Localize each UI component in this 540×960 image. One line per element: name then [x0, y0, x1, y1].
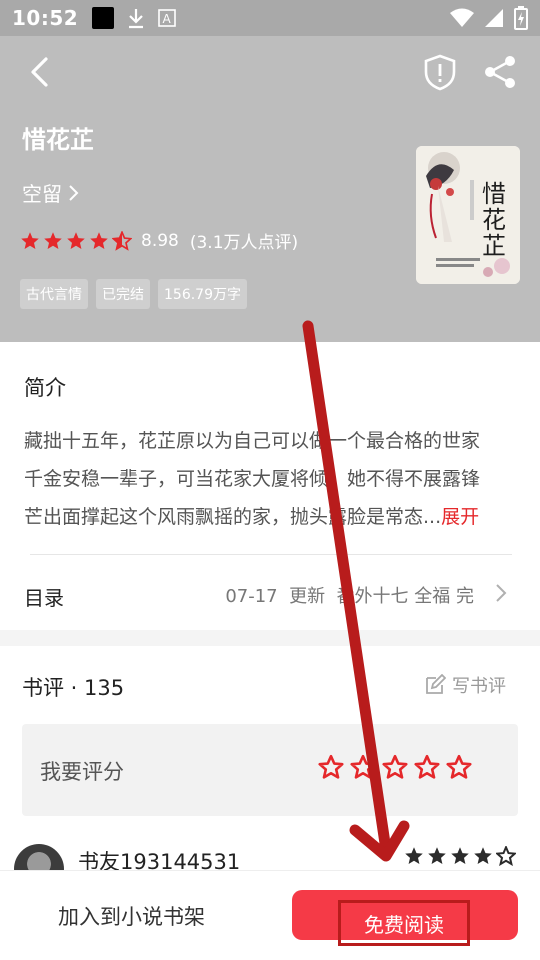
intro-text[interactable]: 藏拙十五年，花芷原以为自己可以做一个最合格的世家 千金安稳一辈子，可当花家大厦将…: [24, 422, 514, 536]
author-link[interactable]: 空留: [22, 178, 80, 207]
write-review-button[interactable]: 写书评: [424, 672, 506, 698]
rate-stars: [318, 754, 472, 780]
tag-genre: 古代言情: [20, 279, 88, 309]
toc-update-label: 更新: [289, 586, 326, 607]
status-bar: 10:52 A: [0, 0, 540, 36]
book-cover-art: 惜 花 芷: [416, 146, 520, 284]
rate-star-icon[interactable]: [350, 754, 376, 780]
cover-title-char: 花: [482, 206, 506, 234]
intro-heading: 简介: [24, 376, 66, 400]
rating-star-icon: [44, 231, 62, 249]
expand-link[interactable]: 展开: [441, 506, 479, 528]
cover-title-char: 芷: [482, 232, 506, 260]
outline-star-icon: [496, 846, 516, 866]
rating-star-icon: [90, 231, 108, 249]
rating-count: (3.1万人点评): [189, 233, 299, 253]
rating-star-icon: [67, 231, 85, 249]
cover-title-char: 惜: [482, 180, 506, 208]
signal-icon: [485, 9, 503, 27]
book-title: 惜花芷: [22, 126, 94, 154]
tag-status: 已完结: [96, 279, 150, 309]
review-title: 书评 · 135: [22, 676, 125, 700]
rate-star-icon[interactable]: [382, 754, 408, 780]
filled-star-icon: [451, 847, 469, 864]
filled-star-icon: [428, 847, 446, 864]
book-header: 惜花芷 空留 8.98 (3.1万人点评) 古代言情 已完结 156.79万字 …: [0, 36, 540, 342]
rate-star-icon[interactable]: [414, 754, 440, 780]
free-read-label: 免费阅读: [338, 900, 470, 946]
a-font-icon: A: [158, 9, 176, 27]
write-review-label: 写书评: [452, 676, 506, 697]
intro-line: 芒出面撑起这个风雨飘摇的家，抛头露脸是常态...: [24, 506, 442, 528]
intro-line: 千金安稳一辈子，可当花家大厦将倾，她不得不展露锋: [24, 468, 481, 490]
rate-star-icon[interactable]: [446, 754, 472, 780]
rating-half-star-icon: [112, 230, 132, 251]
book-cover: 惜 花 芷: [416, 146, 520, 284]
intro-card: 简介 藏拙十五年，花芷原以为自己可以做一个最合格的世家 千金安稳一辈子，可当花家…: [0, 342, 540, 630]
back-arrow-icon[interactable]: [22, 54, 58, 90]
share-icon[interactable]: [480, 52, 520, 92]
bottom-action-bar: 加入到小说书架 免费阅读: [0, 870, 540, 960]
rating-score: 8.98: [141, 230, 179, 251]
review-card: 书评 · 135 写书评 我要评分 书友193144531: [0, 646, 540, 894]
rate-box: 我要评分: [22, 724, 518, 816]
free-read-button[interactable]: 免费阅读: [292, 890, 518, 946]
wifi-icon: [450, 8, 474, 27]
filled-star-icon: [405, 847, 423, 864]
tag-word-count: 156.79万字: [158, 279, 247, 309]
add-to-shelf-button[interactable]: 加入到小说书架: [58, 901, 205, 931]
rate-star-icon[interactable]: [318, 754, 344, 780]
intro-line-last: 芒出面撑起这个风雨飘摇的家，抛头露脸是常态...展开: [24, 498, 514, 536]
toc-label[interactable]: 目录: [24, 582, 64, 611]
toc-update-date: 07-17: [225, 586, 278, 607]
intro-line: 藏拙十五年，花芷原以为自己可以做一个最合格的世家: [24, 430, 481, 452]
book-tags: 古代言情 已完结 156.79万字: [20, 279, 247, 309]
battery-icon: [514, 6, 528, 30]
status-time: 10:52: [12, 6, 79, 30]
rate-prompt: 我要评分: [40, 760, 124, 784]
edit-icon: [426, 674, 446, 694]
toc-latest[interactable]: 07-17 更新 番外十七 全福 完: [225, 582, 474, 608]
download-icon: [129, 9, 144, 29]
filled-star-icon: [474, 847, 492, 864]
svg-text:A: A: [163, 12, 172, 26]
toc-latest-chapter: 番外十七 全福 完: [336, 586, 474, 607]
divider: [30, 554, 512, 555]
rating-row: 8.98 (3.1万人点评): [20, 228, 298, 253]
chevron-right-icon: [69, 184, 79, 201]
reviewer-rating: [404, 846, 516, 866]
black-square-icon: [92, 7, 115, 29]
rating-star-icon: [21, 231, 39, 249]
report-shield-icon[interactable]: [420, 52, 460, 92]
author-name: 空留: [22, 182, 62, 206]
chevron-right-icon[interactable]: [494, 582, 508, 604]
